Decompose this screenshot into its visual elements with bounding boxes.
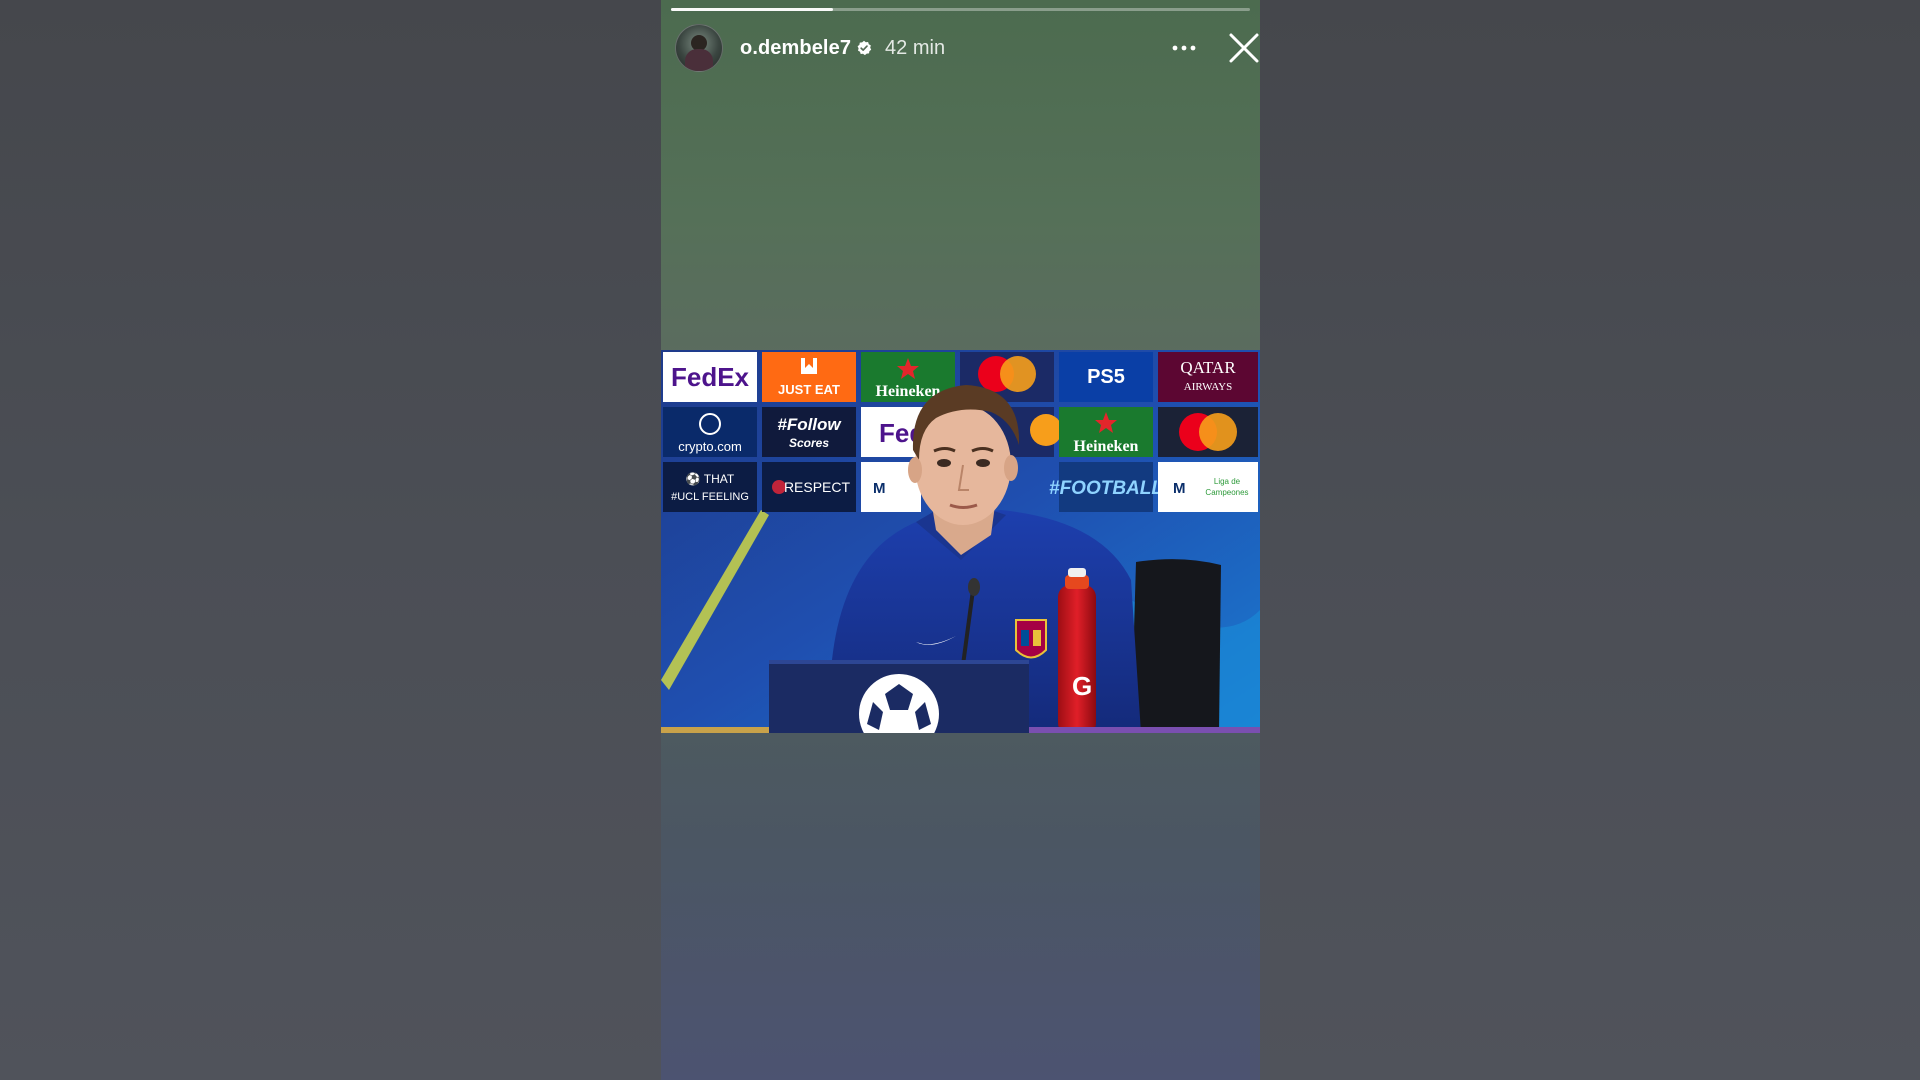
svg-text:M: M [1173,480,1186,497]
svg-text:#FOOTBALL: #FOOTBALL [1049,478,1163,499]
svg-text:Heineken: Heineken [876,383,941,400]
svg-text:crypto.com: crypto.com [678,439,742,454]
verified-badge-icon [856,40,872,56]
svg-text:FedEx: FedEx [671,362,750,392]
svg-text:G: G [1072,671,1092,701]
more-horizontal-icon [1172,45,1196,51]
more-options-button[interactable] [1169,36,1199,60]
close-button[interactable] [1226,30,1260,66]
svg-text:Scores: Scores [789,436,829,450]
svg-text:AIRWAYS: AIRWAYS [1184,381,1233,393]
svg-text:Liga de: Liga de [1214,477,1241,486]
svg-text:QATAR: QATAR [1180,358,1236,377]
username[interactable]: o.dembele7 [740,37,851,60]
story-progress-fill [671,8,834,11]
svg-text:Heineken: Heineken [1074,438,1139,455]
close-icon [1229,33,1259,63]
press-conference-photo: FedEx JUST EAT Heineken PS5 QATAR AIRWAY… [661,350,1260,733]
story-progress-bar [671,8,1250,11]
avatar-body [685,49,713,71]
post-timestamp: 42 min [885,36,946,59]
svg-text:M: M [873,480,886,497]
svg-text:#Follow: #Follow [777,415,842,434]
svg-text:Campeones: Campeones [1205,488,1248,497]
svg-text:⚽ THAT: ⚽ THAT [685,472,735,486]
story-header: o.dembele7 42 min [675,24,1259,72]
svg-text:#UCL FEELING: #UCL FEELING [671,491,749,503]
avatar[interactable] [675,24,723,72]
svg-text:PS5: PS5 [1087,366,1125,388]
svg-text:RESPECT: RESPECT [784,479,851,495]
story-viewer[interactable]: o.dembele7 42 min FedEx JUST EAT Heineke… [661,0,1260,1080]
svg-text:JUST EAT: JUST EAT [778,382,840,397]
story-media-image: FedEx JUST EAT Heineken PS5 QATAR AIRWAY… [661,350,1260,733]
